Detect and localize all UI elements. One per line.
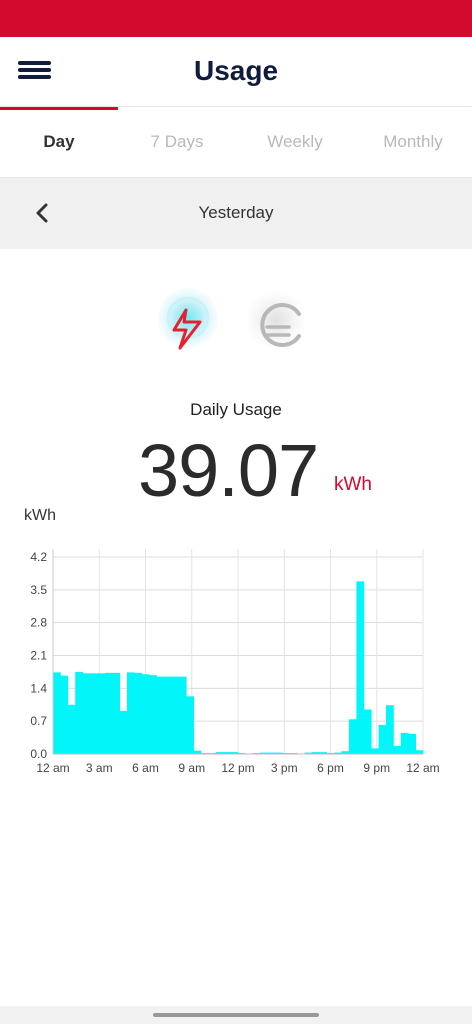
usage-bar <box>127 672 135 754</box>
usage-bar <box>119 710 128 754</box>
y-tick-label: 2.1 <box>30 649 47 663</box>
usage-bar <box>171 676 180 754</box>
usage-bar <box>104 672 113 754</box>
x-tick-label: 9 pm <box>363 761 390 775</box>
usage-bar <box>386 705 394 754</box>
usage-bar-chart: 4.23.52.82.11.40.70.012 am 3 am 6 am 9 am 12… <box>30 549 440 775</box>
usage-bar <box>371 748 379 754</box>
lightning-bolt-icon <box>158 288 218 350</box>
date-label: Yesterday <box>198 203 274 222</box>
app-header: Usage <box>0 37 472 107</box>
usage-bar <box>141 674 150 754</box>
period-tabs: Day 7 Days Weekly Monthly <box>0 107 472 177</box>
y-tick-label: 0.7 <box>30 714 47 728</box>
x-tick-label: 12 am <box>406 761 439 775</box>
usage-bar <box>90 673 98 754</box>
usage-bar <box>393 746 402 754</box>
x-tick-label: 3 pm <box>271 761 298 775</box>
usage-bar <box>408 733 416 754</box>
navigation-bar <box>0 1006 472 1024</box>
y-tick-label: 2.8 <box>30 616 47 630</box>
usage-bar <box>60 675 69 754</box>
tab-monthly[interactable]: Monthly <box>354 107 472 177</box>
home-indicator[interactable] <box>153 1013 319 1017</box>
chart-y-unit-label: kWh <box>24 507 56 524</box>
usage-bar <box>112 672 120 754</box>
usage-bar <box>75 671 83 754</box>
daily-usage-label: Daily Usage <box>190 400 282 419</box>
page-title: Usage <box>193 55 279 86</box>
usage-bar <box>67 704 76 754</box>
energy-toggle-button[interactable] <box>154 286 224 356</box>
usage-bar <box>149 675 157 754</box>
y-tick-label: 1.4 <box>30 681 47 695</box>
daily-usage-unit: kWh <box>334 474 372 495</box>
usage-bar <box>363 709 372 754</box>
date-navigator: Yesterday <box>0 178 472 249</box>
daily-usage-value: 39.07 <box>138 429 319 512</box>
tab-7-days[interactable]: 7 Days <box>118 107 236 177</box>
usage-bar <box>156 676 165 754</box>
y-tick-label: 0.0 <box>30 747 47 761</box>
x-tick-label: 12 am <box>36 761 69 775</box>
usage-bar <box>356 581 365 754</box>
usage-bar <box>82 673 91 754</box>
y-tick-label: 4.2 <box>30 550 47 564</box>
x-tick-label: 9 am <box>178 761 205 775</box>
usage-bar <box>178 676 187 754</box>
tab-day[interactable]: Day <box>0 107 118 177</box>
tab-weekly[interactable]: Weekly <box>236 107 354 177</box>
usage-bar <box>186 696 194 754</box>
usage-bar <box>53 672 61 754</box>
x-tick-label: 6 pm <box>317 761 344 775</box>
euro-icon <box>247 291 305 349</box>
usage-bar <box>164 676 172 754</box>
usage-bar <box>378 724 387 754</box>
x-tick-label: 6 am <box>132 761 159 775</box>
y-tick-label: 3.5 <box>30 583 47 597</box>
status-bar <box>0 0 472 37</box>
usage-bar <box>415 750 424 754</box>
x-tick-label: 12 pm <box>221 761 254 775</box>
usage-bar <box>134 672 143 754</box>
x-tick-label: 3 am <box>86 761 113 775</box>
cost-toggle-button[interactable] <box>245 290 315 360</box>
usage-bar <box>400 732 409 754</box>
usage-bar <box>97 673 106 754</box>
usage-bar <box>349 719 357 754</box>
